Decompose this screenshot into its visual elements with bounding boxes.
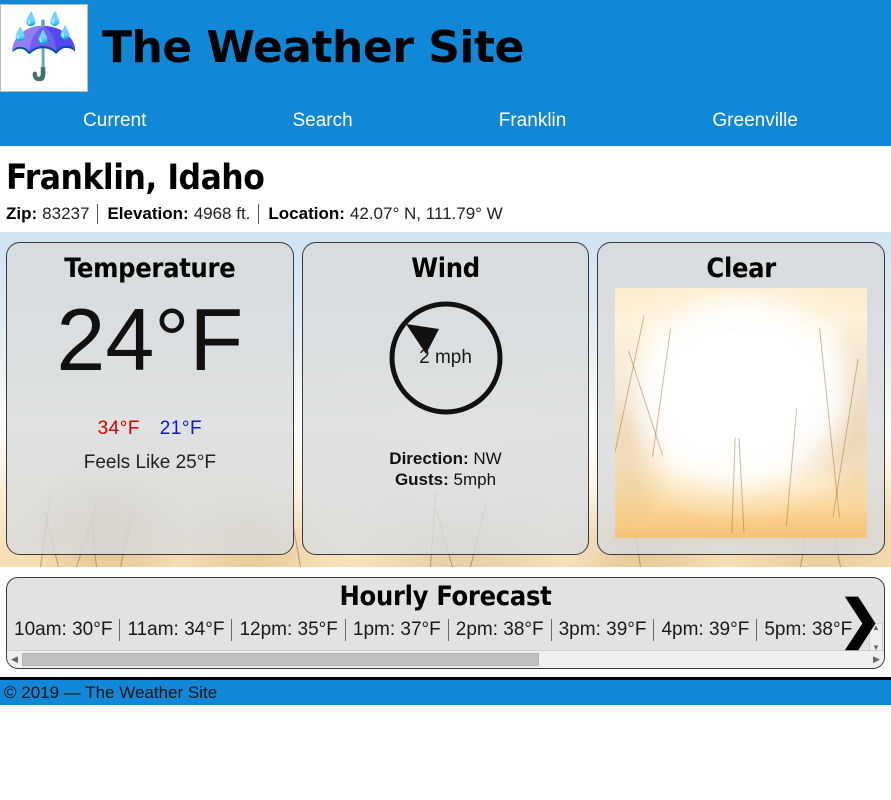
elevation-value: 4968 ft. xyxy=(193,204,251,223)
page-title: Franklin, Idaho xyxy=(6,158,265,198)
scrollbar-track[interactable] xyxy=(22,653,869,666)
hourly-forecast-title: Hourly Forecast xyxy=(339,581,552,612)
zip-value: 83237 xyxy=(42,204,90,223)
wind-direction-row: Direction: NW xyxy=(309,448,583,469)
scroll-right-icon[interactable]: ▶ xyxy=(869,652,884,667)
nav-item-franklin[interactable]: Franklin xyxy=(499,110,567,132)
wind-direction-dial-icon: 2 mph xyxy=(384,296,508,420)
weather-scene: Temperature 24°F 34°F 21°F Feels Like 25… xyxy=(0,232,891,567)
coordinates-label: Location: xyxy=(268,204,345,223)
hourly-cell[interactable]: 1pm: 37°F xyxy=(344,618,448,641)
wind-gusts-row: Gusts: 5mph xyxy=(309,469,583,490)
site-logo[interactable]: ☔ xyxy=(0,4,88,92)
hourly-horizontal-scrollbar[interactable]: ◀ ▶ xyxy=(7,650,884,668)
hourly-cell[interactable]: 3pm: 39°F xyxy=(550,618,654,641)
nav-item-search[interactable]: Search xyxy=(292,110,352,132)
elevation-label: Elevation: xyxy=(107,204,189,223)
wind-card: Wind 2 mph Direction: NW Gusts: 5mph xyxy=(301,242,590,555)
location-summary: Franklin, Idaho Zip: 83237 Elevation: 49… xyxy=(0,146,891,232)
hourly-cell[interactable]: 12pm: 35°F xyxy=(231,618,344,641)
hourly-cell[interactable]: 10am: 30°F xyxy=(7,619,119,641)
copyright-text: © 2019 — The Weather Site xyxy=(4,682,218,702)
temperature-high-low: 34°F 21°F xyxy=(13,418,287,440)
scroll-left-icon[interactable]: ◀ xyxy=(7,652,22,667)
wind-direction-label: Direction: xyxy=(389,449,469,468)
feels-like-temperature: Feels Like 25°F xyxy=(83,452,216,474)
temperature-high: 34°F xyxy=(97,418,140,440)
hourly-cell[interactable]: 2pm: 38°F xyxy=(447,618,551,641)
wind-dial-wrapper: 2 mph xyxy=(309,296,583,420)
zip-label: Zip: xyxy=(6,204,38,223)
wind-gusts-label: Gusts: xyxy=(394,470,449,490)
site-footer: © 2019 — The Weather Site xyxy=(0,677,891,705)
site-title: The Weather Site xyxy=(102,22,524,73)
location-meta-coordinates: Location: 42.07° N, 111.79° W xyxy=(258,204,510,224)
conditions-card: Clear xyxy=(597,242,886,555)
site-header: ☔ The Weather Site xyxy=(0,0,891,95)
main-navigation: Current Search Franklin Greenville xyxy=(0,95,891,146)
hourly-cell[interactable]: 11am: 34°F xyxy=(119,618,231,641)
current-temperature: 24°F xyxy=(56,290,244,389)
hourly-cell[interactable]: 4pm: 39°F xyxy=(653,618,756,641)
conditions-card-title: Clear xyxy=(706,253,776,284)
location-meta-row: Zip: 83237 Elevation: 4968 ft. Location:… xyxy=(6,204,891,224)
wind-gusts-value: 5mph xyxy=(453,470,497,490)
wind-direction-value: NW xyxy=(473,449,502,468)
temperature-card: Temperature 24°F 34°F 21°F Feels Like 25… xyxy=(6,242,294,555)
umbrella-with-rain-icon: ☔ xyxy=(5,13,83,82)
nav-item-greenville[interactable]: Greenville xyxy=(712,110,798,132)
clear-sky-photo xyxy=(615,288,868,538)
wind-card-title: Wind xyxy=(411,253,480,284)
nav-item-current[interactable]: Current xyxy=(83,110,146,132)
hourly-forecast-panel: Hourly Forecast 10am: 30°F 11am: 34°F 12… xyxy=(6,577,885,669)
location-meta-zip: Zip: 83237 xyxy=(6,204,97,224)
scrollbar-thumb[interactable] xyxy=(22,653,539,666)
hourly-forecast-strip[interactable]: 10am: 30°F 11am: 34°F 12pm: 35°F 1pm: 37… xyxy=(7,614,884,645)
weather-cards-row: Temperature 24°F 34°F 21°F Feels Like 25… xyxy=(0,232,891,567)
location-meta-elevation: Elevation: 4968 ft. xyxy=(97,204,258,224)
next-hours-chevron-icon[interactable]: ❯ xyxy=(838,594,882,645)
wind-details: Direction: NW Gusts: 5mph xyxy=(309,448,583,491)
wind-speed-value: 2 mph xyxy=(419,347,472,368)
coordinates-value: 42.07° N, 111.79° W xyxy=(349,204,503,223)
temperature-card-title: Temperature xyxy=(64,253,236,284)
temperature-low: 21°F xyxy=(159,418,203,440)
